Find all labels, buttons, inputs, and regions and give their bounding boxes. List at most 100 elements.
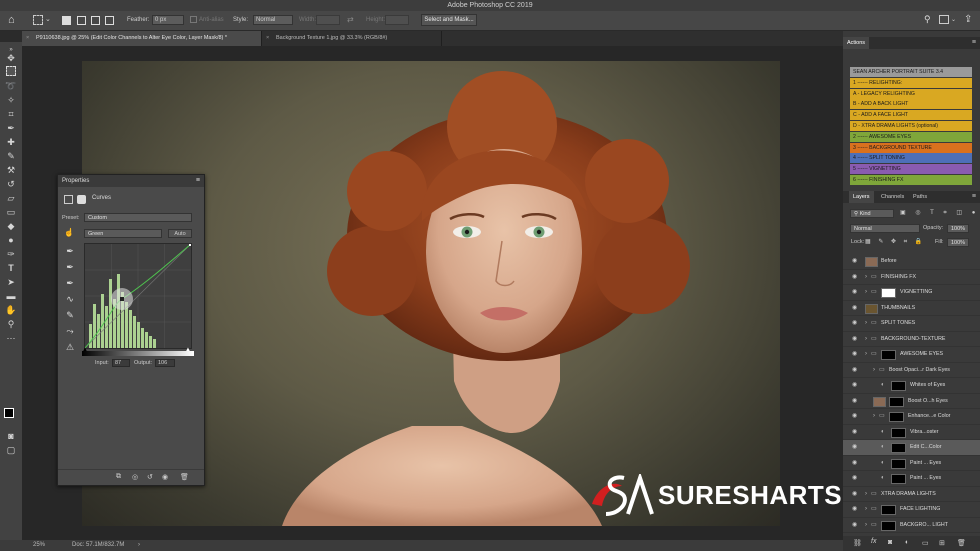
tab-paths[interactable]: Paths (909, 191, 931, 203)
more-tools-icon[interactable]: ⋯ (5, 332, 17, 344)
close-tab-icon[interactable]: × (26, 31, 29, 46)
layer-visibility-eye-icon[interactable]: ◉ (852, 378, 857, 393)
hand-tool-icon[interactable]: ✋ (5, 304, 17, 316)
channel-select[interactable]: Green (84, 229, 162, 238)
layer-mask-thumbnail[interactable] (891, 443, 906, 453)
swap-icon[interactable]: ⇄ (347, 15, 354, 24)
tab-document-background[interactable]: × Background Texture 1.jpg @ 33.3% (RGB/… (262, 31, 442, 46)
expand-arrow-icon[interactable]: › (865, 270, 867, 285)
preset-select[interactable]: Custom (84, 213, 192, 222)
layer-visibility-eye-icon[interactable]: ◉ (852, 316, 857, 331)
action-item[interactable]: 4 ------ SPLIT TONING (850, 153, 972, 164)
height-input[interactable] (385, 15, 409, 25)
subtract-selection-icon[interactable] (91, 16, 100, 25)
history-brush-tool-icon[interactable]: ↺ (5, 178, 17, 190)
layer-row[interactable]: ◉ › ▭ FINISHING FX (843, 270, 980, 285)
layer-row[interactable]: ◉ THUMBNAILS (843, 301, 980, 316)
layer-mask-thumbnail[interactable] (891, 458, 906, 469)
marquee-tool-icon[interactable] (33, 15, 43, 25)
layer-row[interactable]: ◉ › ▭ Enhance...e Color (843, 409, 980, 425)
action-item[interactable]: B - ADD A BACK LIGHT (850, 99, 972, 110)
panel-menu-icon[interactable]: ≡ (972, 191, 976, 203)
layer-visibility-eye-icon[interactable]: ◉ (852, 285, 857, 300)
layer-mask-thumbnail[interactable] (881, 288, 896, 298)
quick-mask-icon[interactable]: ◙ (5, 430, 17, 442)
fill-input[interactable]: 100% (947, 238, 969, 247)
expand-arrow-icon[interactable]: › (865, 347, 867, 362)
layer-row[interactable]: ◉ ◐ Edit C...Color (843, 440, 980, 456)
layer-mask-thumbnail[interactable] (891, 381, 906, 391)
new-selection-icon[interactable] (62, 16, 71, 25)
view-previous-icon[interactable]: ◎ (132, 473, 138, 481)
type-tool-icon[interactable]: T (5, 262, 17, 274)
search-icon[interactable]: ⚲ (924, 14, 931, 25)
feather-input[interactable]: 0 px (152, 15, 184, 25)
intersect-selection-icon[interactable] (105, 16, 114, 25)
delete-icon[interactable]: 🗑 (180, 473, 189, 481)
opacity-input[interactable]: 100% (947, 224, 969, 233)
layer-row[interactable]: ◉ › ▭ Boost Opaci...r Dark Eyes (843, 363, 980, 378)
blur-tool-icon[interactable]: ◆ (5, 220, 17, 232)
healing-brush-tool-icon[interactable]: ✚ (5, 136, 17, 148)
curves-graph[interactable] (84, 243, 192, 349)
lasso-tool-icon[interactable]: ➰ (5, 80, 17, 92)
smooth-curve-icon[interactable]: ⤳ (64, 325, 76, 337)
action-item[interactable]: 5 ------ VIGNETTING (850, 164, 972, 175)
action-item[interactable]: D - XTRA DRAMA LIGHTS (optional) (850, 121, 972, 131)
add-selection-icon[interactable] (77, 16, 86, 25)
new-group-icon[interactable]: ▭ (922, 539, 929, 547)
layer-visibility-eye-icon[interactable]: ◉ (852, 363, 857, 378)
input-value[interactable]: 87 (112, 359, 130, 367)
layer-visibility-eye-icon[interactable]: ◉ (852, 394, 857, 409)
layer-mask-thumbnail[interactable] (881, 505, 896, 515)
action-item[interactable]: A - LEGACY RELIGHTING (850, 88, 972, 99)
layer-row[interactable]: ◉ ◐ Paint ... Eyes (843, 471, 980, 487)
delete-layer-icon[interactable]: 🗑 (957, 539, 966, 547)
layer-row[interactable]: ◉ ◐ Vibra...oster (843, 425, 980, 440)
layer-filter-select[interactable]: ⚲ Kind (850, 209, 894, 218)
layer-visibility-eye-icon[interactable]: ◉ (852, 502, 857, 517)
expand-arrow-icon[interactable]: › (865, 502, 867, 517)
output-value[interactable]: 106 (155, 359, 175, 367)
eraser-tool-icon[interactable]: ▱ (5, 192, 17, 204)
new-layer-icon[interactable]: ⊞ (939, 539, 945, 547)
gray-point-eyedropper-icon[interactable]: ✒ (64, 261, 76, 273)
width-input[interactable] (316, 15, 340, 25)
layer-row[interactable]: ◉ Before (843, 254, 980, 270)
layer-row[interactable]: ◉ › ▭ XTRA DRAMA LIGHTS (843, 487, 980, 502)
layer-visibility-eye-icon[interactable]: ◉ (852, 254, 857, 269)
layer-row[interactable]: ◉ › ▭ BACKGRO... LIGHT (843, 518, 980, 533)
action-item[interactable]: 3 ------ BACKGROUND TEXTURE (850, 142, 972, 153)
layer-row[interactable]: ◉ › ▭ AWESOME EYES (843, 347, 980, 363)
expand-arrow-icon[interactable]: › (865, 332, 867, 347)
layer-visibility-eye-icon[interactable]: ◉ (852, 487, 857, 502)
move-tool-icon[interactable]: ✥ (5, 52, 17, 64)
lock-icons[interactable]: ▦ ✎ ✥ ⌗ 🔒 (865, 238, 925, 246)
layer-visibility-eye-icon[interactable]: ◉ (852, 471, 857, 486)
layer-row[interactable]: ◉ Boost O...h Eyes (843, 394, 980, 409)
layer-visibility-eye-icon[interactable]: ◉ (852, 332, 857, 347)
tab-channels[interactable]: Channels (877, 191, 908, 203)
layer-row[interactable]: ◉ › ▭ VIGNETTING (843, 285, 980, 301)
edit-points-curve-icon[interactable]: ∿ (64, 293, 76, 305)
black-point-eyedropper-icon[interactable]: ✒ (64, 245, 76, 257)
action-item[interactable]: 2 ------ AWESOME EYES (850, 131, 972, 142)
brush-tool-icon[interactable]: ✎ (5, 150, 17, 162)
tab-document-active[interactable]: × P9110638.jpg @ 25% (Edit Color Channel… (22, 31, 262, 46)
panel-menu-icon[interactable]: ≡ (972, 37, 976, 49)
layer-mask-thumbnail[interactable] (889, 396, 904, 407)
action-item[interactable]: 6 ------ FINISHING FX (850, 175, 972, 185)
close-tab-icon[interactable]: × (266, 31, 269, 46)
layer-row[interactable]: ◉ › ▭ FACE LIGHTING (843, 502, 980, 518)
screen-mode-icon[interactable]: ▢ (5, 444, 17, 456)
layer-mask-thumbnail[interactable] (881, 350, 896, 360)
adjustment-layer-icon[interactable]: ◐ (905, 539, 909, 546)
layer-row[interactable]: ◉ ◐ Whites of Eyes (843, 378, 980, 394)
path-selection-tool-icon[interactable]: ➤ (5, 276, 17, 288)
layer-mask-thumbnail[interactable] (891, 474, 906, 484)
share-icon[interactable]: ⇪ (964, 14, 972, 25)
layer-visibility-eye-icon[interactable]: ◉ (852, 518, 857, 533)
tool-dropdown-icon[interactable]: ⌄ (45, 15, 51, 23)
layer-visibility-eye-icon[interactable]: ◉ (852, 456, 857, 471)
visibility-icon[interactable]: ◉ (162, 473, 168, 481)
